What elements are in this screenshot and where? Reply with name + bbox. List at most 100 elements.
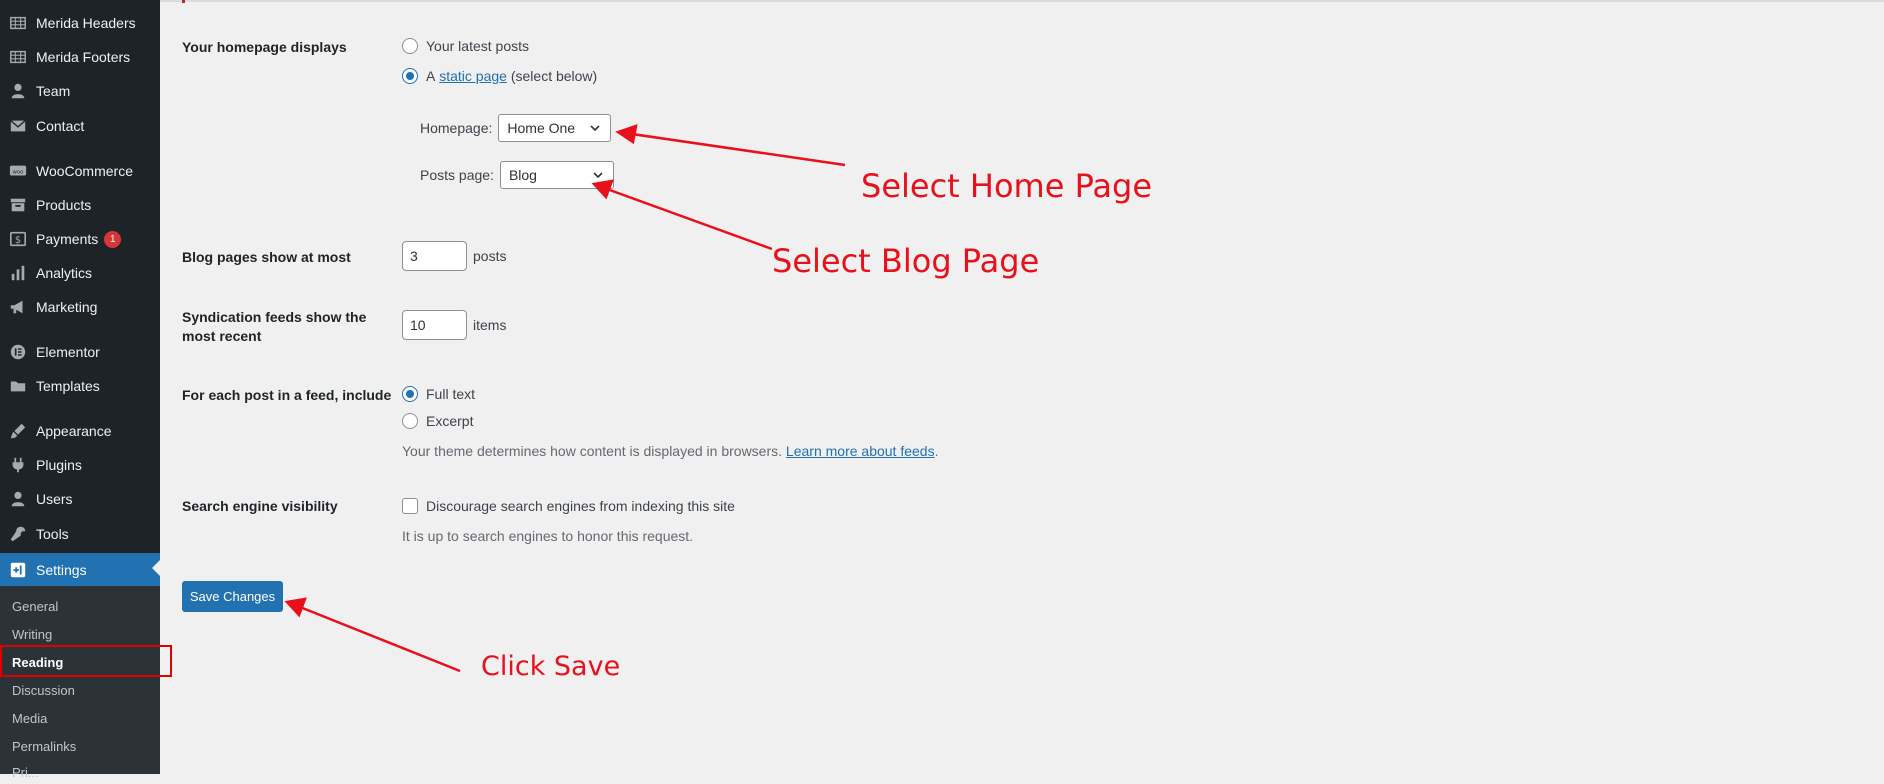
menu-item-tools[interactable]: Tools [0,519,160,549]
dollar-icon: $ [8,229,28,249]
menu-item-team[interactable]: Team [0,76,160,106]
woo-icon: woo [8,161,28,181]
menu-label: Settings [36,561,87,578]
elementor-icon [8,342,28,362]
menu-item-settings[interactable]: Settings [0,553,160,586]
annotation-click-save: Click Save [481,651,621,682]
menu-label: Payments [36,231,99,247]
homepage-select-row: Homepage: Home One [420,114,612,142]
menu-item-appearance[interactable]: Appearance [0,416,160,446]
syndication-label-line1: Syndication feeds show the [182,309,367,325]
syndication-input[interactable]: 10 [402,310,467,340]
homepage-select-value: Home One [507,120,576,136]
menu-label: Tools [36,526,69,542]
radio-static-page[interactable] [402,68,418,84]
static-suffix: (select below) [510,68,598,84]
top-divider [160,0,1884,2]
archive-icon [8,195,28,215]
svg-text:woo: woo [13,169,24,175]
folder-icon [8,376,28,396]
submenu-item-writing[interactable]: Writing [0,622,160,646]
menu-label: Elementor [36,344,100,360]
posts-page-select-label: Posts page: [420,167,494,183]
feed-description-text: Your theme determines how content is dis… [402,443,783,459]
radio-excerpt-label: Excerpt [426,413,474,429]
radio-latest-posts-row[interactable]: Your latest posts [402,38,529,54]
posts-page-select-row: Posts page: Blog [420,161,614,189]
learn-more-feeds-link[interactable]: Learn more about feeds [786,443,935,459]
blog-pages-input[interactable]: 3 [402,241,467,271]
blog-pages-label: Blog pages show at most [182,249,351,265]
static-page-link[interactable]: static page [439,68,507,84]
radio-static-page-row[interactable]: A static page (select below) [402,68,597,84]
syndication-suffix: items [473,317,507,333]
static-prefix: A [426,68,436,84]
posts-page-select[interactable]: Blog [499,161,614,189]
radio-excerpt[interactable] [402,413,418,429]
grid-icon [8,47,28,67]
reading-highlight-box [0,645,172,677]
submenu-item-general[interactable]: General [0,594,160,618]
search-visibility-label: Search engine visibility [182,498,338,514]
menu-item-templates[interactable]: Templates [0,371,160,401]
homepage-select[interactable]: Home One [498,114,612,142]
menu-item-woocommerce[interactable]: woo WooCommerce [0,156,160,186]
wrench-icon [8,524,28,544]
brush-icon [8,421,28,441]
radio-full-text-row[interactable]: Full text [402,386,475,402]
plug-icon [8,455,28,475]
posts-page-select-value: Blog [508,167,537,183]
menu-item-products[interactable]: Products [0,190,160,220]
top-accent-mark [182,0,185,3]
menu-label: Products [36,197,92,213]
menu-item-elementor[interactable]: Elementor [0,337,160,367]
person-icon [8,489,28,509]
discourage-search-label[interactable]: Discourage search engines from indexing … [426,498,735,514]
menu-item-payments[interactable]: $ Payments 1 [0,224,160,254]
radio-full-text[interactable] [402,386,418,402]
megaphone-icon [8,297,28,317]
arrow-save-head [284,597,307,618]
menu-label: Templates [36,378,100,394]
feed-include-label: For each post in a feed, include [182,387,392,403]
arrow-homepage-head [615,124,638,145]
menu-label: Analytics [36,265,93,281]
syndication-label: Syndication feeds show the most recent [182,308,392,346]
envelope-icon [8,116,28,136]
menu-label: Marketing [36,299,98,315]
save-changes-button[interactable]: Save Changes [182,581,283,612]
menu-item-marketing[interactable]: Marketing [0,292,160,322]
submenu-item-discussion[interactable]: Discussion [0,678,160,702]
menu-item-merida-footers[interactable]: Merida Footers [0,42,160,72]
menu-item-contact[interactable]: Contact [0,111,160,141]
menu-item-merida-headers[interactable]: Merida Headers [0,8,160,38]
discourage-search-checkbox[interactable] [402,498,418,514]
submenu-item-media[interactable]: Media [0,706,160,730]
grid-icon [8,13,28,33]
chevron-down-icon [588,121,602,135]
radio-full-text-label: Full text [426,386,476,402]
radio-excerpt-row[interactable]: Excerpt [402,413,473,429]
person-icon [8,81,28,101]
submenu-item-permalinks[interactable]: Permalinks [0,734,160,758]
notification-badge: 1 [104,230,122,248]
menu-label: WooCommerce [36,163,133,179]
annotation-select-home: Select Home Page [861,167,1153,205]
menu-item-users[interactable]: Users [0,484,160,514]
menu-label: Team [36,83,71,99]
menu-item-analytics[interactable]: Analytics [0,258,160,288]
menu-label: Plugins [36,457,82,473]
annotation-select-blog: Select Blog Page [772,242,1040,280]
settings-icon [8,560,28,580]
submenu-item-privacy[interactable]: Pri... [0,760,160,784]
arrow-homepage-line [631,132,846,167]
menu-item-plugins[interactable]: Plugins [0,450,160,480]
menu-label: Appearance [36,423,112,439]
feed-description-period: . [934,443,939,459]
radio-latest-posts-label: Your latest posts [426,38,529,54]
arrow-blog-line [606,187,773,251]
arrow-save-line [299,605,461,673]
radio-latest-posts[interactable] [402,38,418,54]
blog-pages-suffix: posts [473,248,507,264]
menu-label: Merida Headers [36,15,136,31]
